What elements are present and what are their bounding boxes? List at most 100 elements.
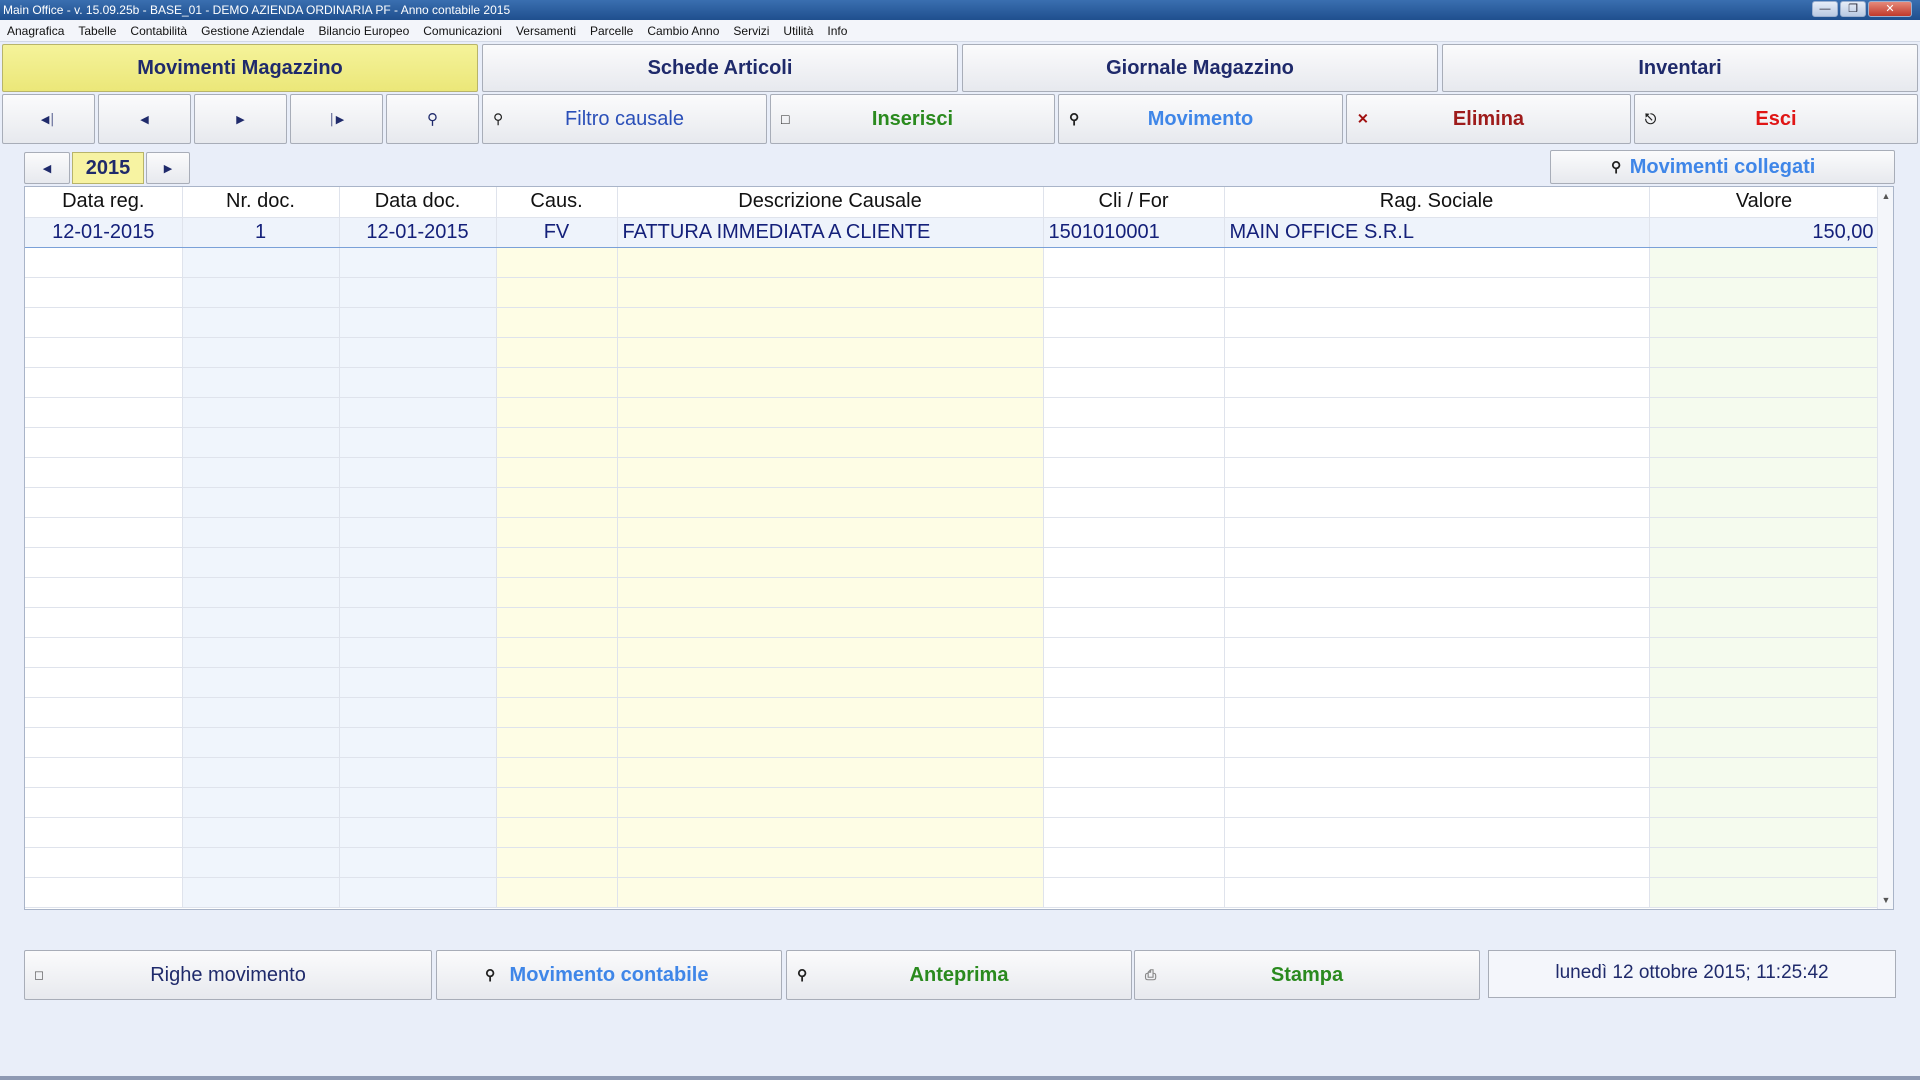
empty-cell[interactable] [182, 787, 340, 818]
empty-cell[interactable] [339, 397, 497, 428]
empty-cell[interactable] [1649, 427, 1880, 458]
empty-cell[interactable] [617, 487, 1044, 518]
empty-cell[interactable] [496, 877, 618, 908]
empty-cell[interactable] [496, 517, 618, 548]
empty-cell[interactable] [182, 247, 340, 278]
empty-cell[interactable] [25, 397, 183, 428]
column-header-valore[interactable]: Valore [1649, 187, 1880, 218]
empty-cell[interactable] [25, 487, 183, 518]
empty-cell[interactable] [1224, 337, 1650, 368]
empty-cell[interactable] [25, 547, 183, 578]
column-header-cli-for[interactable]: Cli / For [1043, 187, 1225, 218]
empty-cell[interactable] [182, 727, 340, 758]
empty-cell[interactable] [339, 817, 497, 848]
empty-cell[interactable] [25, 307, 183, 338]
empty-cell[interactable] [1649, 487, 1880, 518]
empty-cell[interactable] [1043, 457, 1225, 488]
empty-cell[interactable] [1043, 427, 1225, 458]
empty-cell[interactable] [496, 277, 618, 308]
empty-cell[interactable] [1043, 817, 1225, 848]
column-header-nr-doc[interactable]: Nr. doc. [182, 187, 340, 218]
empty-table-row[interactable] [25, 427, 1880, 458]
empty-cell[interactable] [1043, 697, 1225, 728]
empty-table-row[interactable] [25, 817, 1880, 848]
empty-table-row[interactable] [25, 397, 1880, 428]
empty-cell[interactable] [617, 637, 1044, 668]
empty-cell[interactable] [339, 577, 497, 608]
empty-cell[interactable] [496, 847, 618, 878]
empty-cell[interactable] [1224, 247, 1650, 278]
empty-cell[interactable] [1224, 637, 1650, 668]
empty-cell[interactable] [25, 607, 183, 638]
empty-cell[interactable] [339, 547, 497, 578]
cell-cli-for[interactable]: 1501010001 [1043, 216, 1225, 248]
empty-cell[interactable] [496, 337, 618, 368]
empty-cell[interactable] [496, 667, 618, 698]
empty-cell[interactable] [1649, 697, 1880, 728]
empty-cell[interactable] [25, 787, 183, 818]
empty-cell[interactable] [617, 757, 1044, 788]
empty-cell[interactable] [617, 517, 1044, 548]
filtro-causale-button[interactable]: ⚲ Filtro causale [482, 94, 767, 144]
column-header-rag-sociale[interactable]: Rag. Sociale [1224, 187, 1650, 218]
empty-cell[interactable] [1649, 847, 1880, 878]
empty-cell[interactable] [182, 397, 340, 428]
empty-cell[interactable] [1224, 667, 1650, 698]
prev-record-button[interactable]: ◀ [98, 94, 191, 144]
empty-table-row[interactable] [25, 577, 1880, 608]
empty-cell[interactable] [339, 757, 497, 788]
empty-cell[interactable] [339, 787, 497, 818]
empty-cell[interactable] [496, 487, 618, 518]
empty-cell[interactable] [617, 847, 1044, 878]
empty-table-row[interactable] [25, 637, 1880, 668]
empty-cell[interactable] [1224, 517, 1650, 548]
cell-nr-doc[interactable]: 1 [182, 216, 340, 248]
column-header-descrizione[interactable]: Descrizione Causale [617, 187, 1044, 218]
empty-cell[interactable] [25, 337, 183, 368]
menu-utilita[interactable]: Utilità [776, 24, 820, 38]
empty-cell[interactable] [1649, 727, 1880, 758]
empty-cell[interactable] [1224, 817, 1650, 848]
cell-data-reg[interactable]: 12-01-2015 [25, 216, 183, 248]
empty-cell[interactable] [1224, 847, 1650, 878]
cell-data-doc[interactable]: 12-01-2015 [339, 216, 497, 248]
empty-cell[interactable] [617, 547, 1044, 578]
menu-tabelle[interactable]: Tabelle [71, 24, 123, 38]
empty-cell[interactable] [339, 637, 497, 668]
restore-icon[interactable]: ❐ [1840, 1, 1866, 17]
empty-cell[interactable] [1649, 277, 1880, 308]
inserisci-button[interactable]: □ Inserisci [770, 94, 1055, 144]
empty-cell[interactable] [496, 427, 618, 458]
empty-cell[interactable] [25, 367, 183, 398]
column-header-data-reg[interactable]: Data reg. [25, 187, 183, 218]
empty-cell[interactable] [1649, 757, 1880, 788]
empty-cell[interactable] [1224, 727, 1650, 758]
column-header-data-doc[interactable]: Data doc. [339, 187, 497, 218]
empty-cell[interactable] [182, 457, 340, 488]
empty-table-row[interactable] [25, 457, 1880, 488]
empty-cell[interactable] [1043, 247, 1225, 278]
empty-cell[interactable] [1043, 307, 1225, 338]
empty-cell[interactable] [25, 847, 183, 878]
empty-cell[interactable] [25, 247, 183, 278]
empty-cell[interactable] [496, 787, 618, 818]
empty-cell[interactable] [1224, 547, 1650, 578]
menu-parcelle[interactable]: Parcelle [583, 24, 640, 38]
empty-cell[interactable] [1224, 697, 1650, 728]
empty-cell[interactable] [25, 517, 183, 548]
column-header-caus[interactable]: Caus. [496, 187, 618, 218]
empty-cell[interactable] [617, 457, 1044, 488]
tab-movimenti-magazzino[interactable]: Movimenti Magazzino [2, 44, 478, 92]
empty-cell[interactable] [1224, 277, 1650, 308]
tab-giornale-magazzino[interactable]: Giornale Magazzino [962, 44, 1438, 92]
empty-cell[interactable] [339, 277, 497, 308]
empty-cell[interactable] [182, 487, 340, 518]
menu-versamenti[interactable]: Versamenti [509, 24, 583, 38]
year-next-button[interactable]: ▶ [146, 152, 190, 184]
empty-cell[interactable] [25, 877, 183, 908]
empty-cell[interactable] [25, 427, 183, 458]
empty-cell[interactable] [496, 457, 618, 488]
table-row[interactable]: 12-01-2015 1 12-01-2015 FV FATTURA IMMED… [25, 216, 1880, 248]
empty-cell[interactable] [339, 367, 497, 398]
empty-table-row[interactable] [25, 697, 1880, 728]
